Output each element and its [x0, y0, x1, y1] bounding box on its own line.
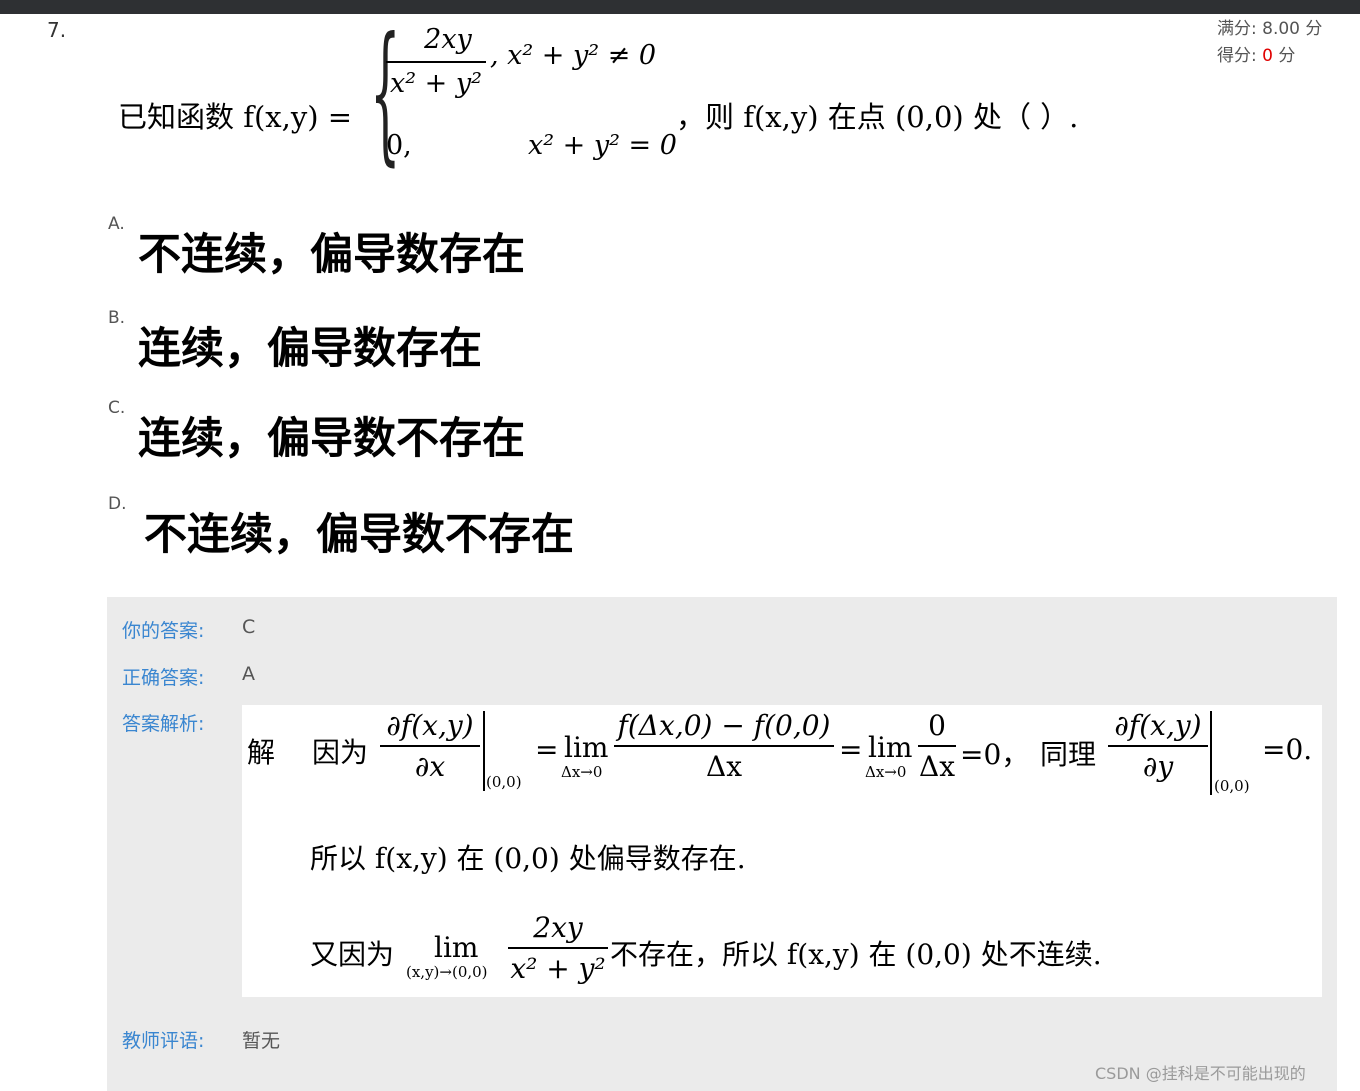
- analysis-box: 解 因为 ∂f(x,y) ∂x (0,0) = lim Δx→0 f(Δx,0)…: [242, 705, 1322, 997]
- analysis-label: 答案解析:: [122, 713, 205, 735]
- option-c-text: 连续，偏导数不存在: [138, 414, 525, 464]
- analysis-line2: 所以 f(x,y) 在 (0,0) 处偏导数存在.: [310, 842, 746, 875]
- option-d-text: 不连续，偏导数不存在: [144, 510, 574, 560]
- option-d-letter: D.: [108, 494, 127, 514]
- analysis-jie: 解: [247, 736, 276, 769]
- eval-bar-1: [483, 711, 485, 791]
- option-b-text: 连续，偏导数存在: [138, 324, 482, 374]
- dfdx-bar: [380, 745, 480, 747]
- eq-1: =: [535, 733, 559, 766]
- zero-fraction-numerator: 0: [928, 709, 946, 742]
- option-c-letter: C.: [108, 398, 126, 418]
- eval-point-1: (0,0): [486, 773, 522, 791]
- zero-fraction-bar: [918, 745, 956, 747]
- line3-denominator: x² + y²: [510, 952, 606, 985]
- teacher-comment-label: 教师评语:: [122, 1030, 205, 1052]
- zero-fraction-denominator: Δx: [918, 750, 955, 783]
- full-score-value: 8.00: [1262, 19, 1300, 39]
- case2-condition: x² + y² = 0: [528, 130, 677, 161]
- score-box: 满分: 8.00 分 得分: 0 分: [1217, 16, 1322, 70]
- lim-2-sub: Δx→0: [865, 763, 907, 781]
- watermark: CSDN @挂科是不可能出现的: [1095, 1064, 1306, 1083]
- dfdx-denominator: ∂x: [414, 750, 446, 783]
- line3-bar: [508, 947, 608, 949]
- full-score-unit: 分: [1305, 19, 1323, 39]
- dfdx-fraction: ∂f(x,y) ∂x: [380, 709, 480, 783]
- lim-fraction-numerator: f(Δx,0) − f(0,0): [617, 709, 831, 742]
- got-score: 得分: 0 分: [1217, 43, 1322, 70]
- full-score-label: 满分:: [1217, 19, 1257, 39]
- dfdy-fraction: ∂f(x,y) ∂y: [1108, 709, 1208, 783]
- dfdy-denominator: ∂y: [1142, 750, 1174, 783]
- dfdy-bar: [1108, 745, 1208, 747]
- lim-3-sub: (x,y)→(0,0): [406, 963, 488, 981]
- your-answer-value: C: [242, 616, 256, 638]
- line3-lead: 又因为: [310, 938, 395, 971]
- lim-fraction-bar: [614, 745, 834, 747]
- correct-answer-value: A: [242, 663, 255, 685]
- option-a-text: 不连续，偏导数存在: [138, 230, 525, 280]
- dfdy-numerator: ∂f(x,y): [1114, 709, 1202, 742]
- case2-value: 0,: [386, 130, 412, 161]
- stem-tail: ，则 f(x,y) 在点 (0,0) 处（ ）.: [676, 100, 1079, 134]
- lim-fraction: f(Δx,0) − f(0,0) Δx: [614, 709, 834, 783]
- option-a-letter: A.: [108, 214, 125, 234]
- lim-3: lim: [434, 931, 479, 964]
- analysis-because: 因为: [312, 736, 369, 769]
- lim-fraction-denominator: Δx: [705, 750, 742, 783]
- similarly: 同理: [1040, 738, 1097, 771]
- option-b-letter: B.: [108, 308, 126, 328]
- zero-fraction: 0 Δx: [918, 709, 956, 783]
- your-answer-label: 你的答案:: [122, 620, 205, 642]
- lim-2: lim: [868, 731, 913, 764]
- line3-tail: 不存在，所以 f(x,y) 在 (0,0) 处不连续.: [610, 938, 1102, 971]
- eval-bar-2: [1210, 711, 1212, 795]
- teacher-comment-value: 暂无: [242, 1030, 281, 1052]
- lim-1-sub: Δx→0: [561, 763, 603, 781]
- case1-condition: , x² + y² ≠ 0: [490, 40, 657, 71]
- eq-2: =: [839, 733, 863, 766]
- line3-fraction: 2xy x² + y²: [508, 911, 608, 985]
- zero-end: =0.: [1262, 733, 1313, 766]
- got-score-value: 0: [1262, 46, 1273, 66]
- case1-numerator: 2xy: [424, 24, 472, 55]
- zero-result: =0，: [960, 738, 1030, 771]
- correct-answer-label: 正确答案:: [122, 667, 205, 689]
- question-stem: 已知函数 f(x,y) = { 2xy x² + y² , x² + y² ≠ …: [118, 18, 1198, 178]
- lim-1: lim: [564, 731, 609, 764]
- eval-point-2: (0,0): [1214, 777, 1250, 795]
- question-number: 7.: [47, 18, 67, 42]
- stem-lead: 已知函数 f(x,y) =: [118, 100, 353, 134]
- answer-panel: 你的答案: C 正确答案: A 答案解析: 解 因为 ∂f(x,y) ∂x (0…: [107, 597, 1337, 1091]
- got-score-unit: 分: [1278, 46, 1296, 66]
- full-score: 满分: 8.00 分: [1217, 16, 1322, 43]
- dfdx-numerator: ∂f(x,y): [386, 709, 474, 742]
- top-bar: [0, 0, 1360, 14]
- got-score-label: 得分:: [1217, 46, 1257, 66]
- case1-fraction-bar: [386, 61, 486, 63]
- case1-denominator: x² + y²: [390, 68, 482, 99]
- line3-numerator: 2xy: [533, 911, 583, 944]
